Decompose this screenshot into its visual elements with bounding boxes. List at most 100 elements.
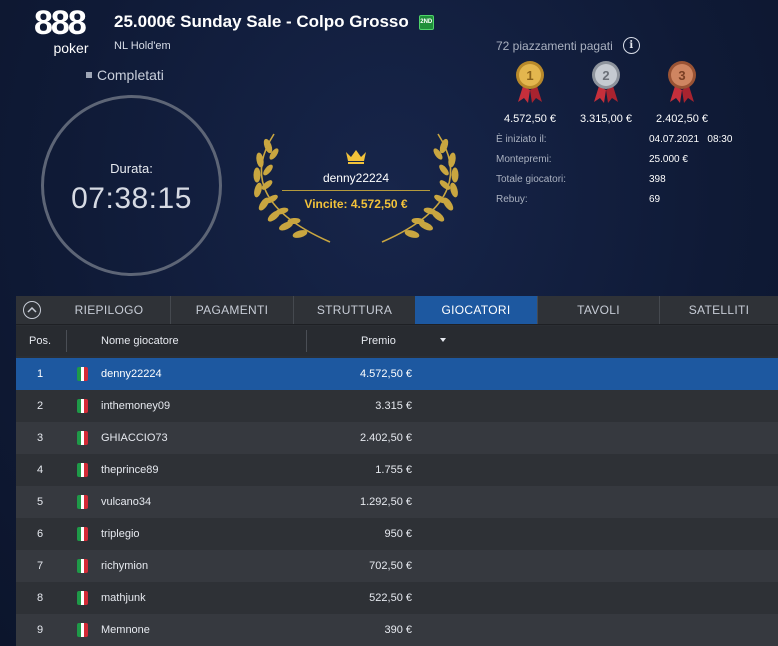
paid-places-text: 72 piazzamenti pagati [496,38,613,53]
italy-flag-icon [77,358,88,390]
gold-medal-icon: 1 [516,61,544,103]
rebuy-value: 69 [649,194,661,205]
italy-flag-icon [77,390,88,422]
tab-label: STRUTTURA [316,303,393,317]
player-prize: 950 € [384,528,412,540]
column-prize[interactable]: Premio [361,326,396,356]
player-name: triplegio [101,528,140,540]
italy-flag-icon [77,582,88,614]
italy-flag-icon [77,518,88,550]
status-square-icon [86,72,92,78]
tab-tavoli[interactable]: TAVOLI [537,296,659,324]
column-pos-label: Pos. [29,335,52,347]
player-name: denny22224 [101,368,162,380]
italy-flag-icon [77,486,88,518]
duration-value: 07:38:15 [71,182,192,215]
tab-label: PAGAMENTI [195,303,269,317]
table-row[interactable]: 3 GHIACCIO73 2.402,50 € [16,422,778,454]
table-row[interactable]: 5 vulcano34 1.292,50 € [16,486,778,518]
player-prize: 4.572,50 € [360,368,412,380]
player-name: Memnone [101,624,150,636]
tab-label: RIEPILOGO [74,303,144,317]
start-label: È iniziato il: [496,134,547,145]
players-value: 398 [649,174,666,185]
tournament-title: 25.000€ Sunday Sale - Colpo Grosso [114,12,409,31]
svg-text:3: 3 [678,68,685,83]
prizepool-value: 25.000 € [649,154,688,165]
start-value: 04.07.2021 08:30 [649,134,733,145]
crown-icon [346,150,366,164]
sort-down-icon[interactable] [440,338,446,342]
prizepool-label: Montepremi: [496,154,552,165]
player-prize: 2.402,50 € [360,432,412,444]
column-name[interactable]: Nome giocatore [101,326,179,356]
players-list: 1 denny22224 4.572,50 € 2 inthemoney09 3.315 … [16,358,778,646]
tab-satelliti[interactable]: SATELLITI [659,296,778,324]
italy-flag-icon [77,614,88,646]
player-prize: 1.755 € [375,464,412,476]
duration-timer: Durata: 07:38:15 [41,95,222,276]
888poker-logo: 888 poker [34,4,94,56]
row-position: 7 [36,560,44,572]
winner-laurel: denny22224 Vincite: 4.572,50 € [248,128,464,246]
table-row[interactable]: 9 Memnone 390 € [16,614,778,646]
tab-riepilogo[interactable]: RIEPILOGO [48,296,170,324]
tournament-title-row: 25.000€ Sunday Sale - Colpo Grosso 2ND [114,12,434,32]
player-name: theprince89 [101,464,159,476]
column-divider [66,330,67,352]
collapse-button[interactable] [16,296,48,324]
badge-text: 2ND [420,19,433,25]
tournament-status: Completati [86,67,164,83]
chevron-up-icon [23,301,41,319]
column-prize-label: Premio [361,335,396,347]
duration-label: Durata: [110,161,153,176]
table-row[interactable]: 1 denny22224 4.572,50 € [16,358,778,390]
row-position: 8 [36,592,44,604]
row-position: 3 [36,432,44,444]
first-place-amount: 4.572,50 € [504,113,556,125]
tab-bar: RIEPILOGO PAGAMENTI STRUTTURA GIOCATORI … [16,296,778,325]
column-pos[interactable]: Pos. [29,326,51,356]
column-divider [306,330,307,352]
player-prize: 702,50 € [369,560,412,572]
italy-flag-icon [77,422,88,454]
player-name: vulcano34 [101,496,152,508]
player-name: inthemoney09 [101,400,171,412]
row-position: 6 [36,528,44,540]
table-row[interactable]: 6 triplegio 950 € [16,518,778,550]
italy-flag-icon [77,454,88,486]
bronze-medal-icon: 3 [668,61,696,103]
row-position: 9 [36,624,44,636]
winner-divider [282,190,430,191]
row-position: 1 [36,368,44,380]
column-name-label: Nome giocatore [101,335,179,347]
table-row[interactable]: 2 inthemoney09 3.315 € [16,390,778,422]
players-label: Totale giocatori: [496,174,567,185]
paid-places-row: 72 piazzamenti pagati i [496,37,640,54]
logo-888-text: 888 [34,4,87,42]
info-icon[interactable]: i [622,37,640,54]
tab-label: SATELLITI [688,303,750,317]
tab-label: TAVOLI [577,303,620,317]
table-row[interactable]: 4 theprince89 1.755 € [16,454,778,486]
row-position: 2 [36,400,44,412]
third-place-amount: 2.402,50 € [656,113,708,125]
svg-text:1: 1 [526,68,533,83]
game-type: NL Hold'em [114,40,171,52]
status-text: Completati [97,67,164,83]
player-prize: 522,50 € [369,592,412,604]
table-header: Pos. Nome giocatore Premio [16,326,778,356]
player-name: richymion [101,560,149,572]
table-row[interactable]: 7 richymion 702,50 € [16,550,778,582]
row-position: 5 [36,496,44,508]
second-place-amount: 3.315,00 € [580,113,632,125]
tab-giocatori[interactable]: GIOCATORI [415,296,537,324]
tab-struttura[interactable]: STRUTTURA [293,296,415,324]
player-prize: 1.292,50 € [360,496,412,508]
table-row[interactable]: 8 mathjunk 522,50 € [16,582,778,614]
tab-pagamenti[interactable]: PAGAMENTI [170,296,293,324]
silver-medal-icon: 2 [592,61,620,103]
player-prize: 3.315 € [375,400,412,412]
rebuy-label: Rebuy: [496,194,528,205]
italy-flag-icon [77,550,88,582]
